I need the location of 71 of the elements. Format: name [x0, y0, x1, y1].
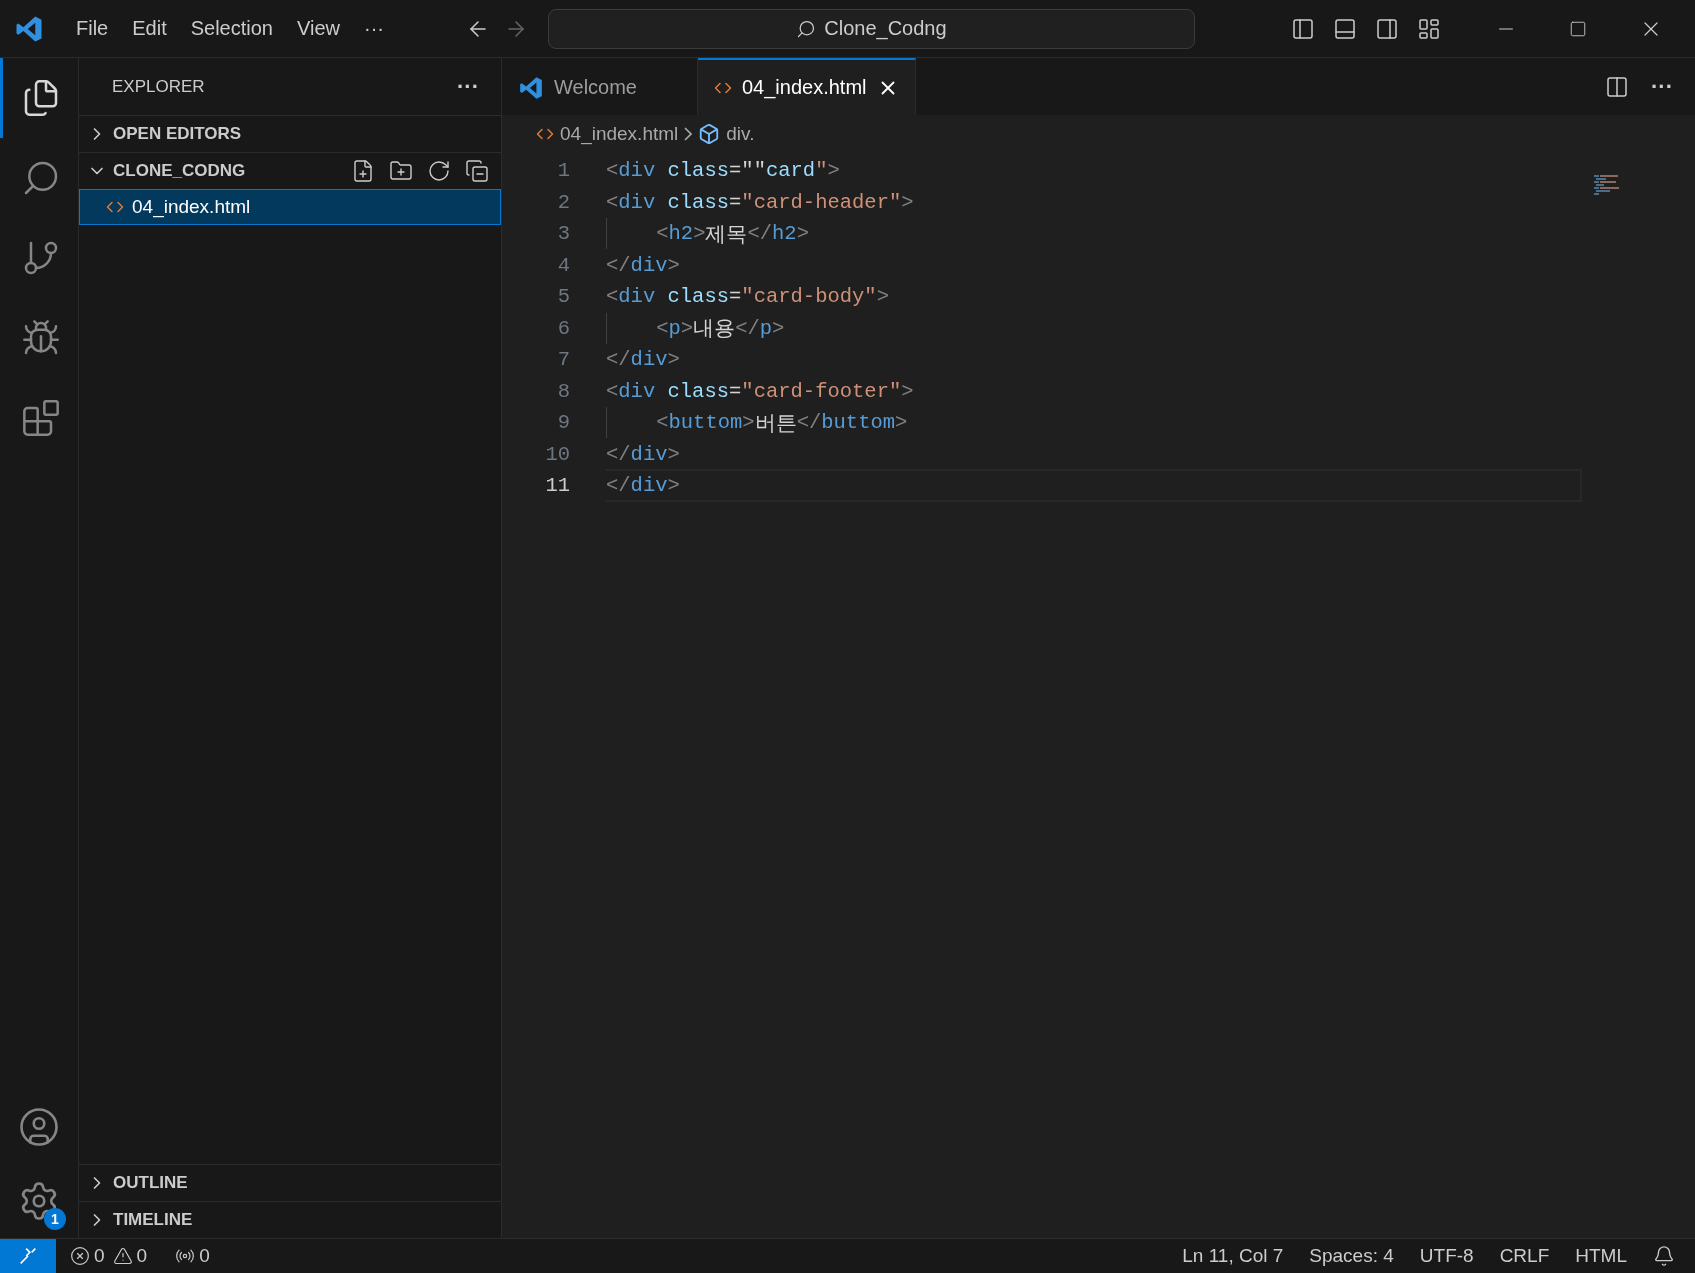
menu-item[interactable]: Edit — [120, 11, 179, 46]
search-icon — [796, 18, 817, 39]
remote-button[interactable] — [0, 1239, 56, 1273]
menu-item[interactable]: View — [285, 11, 352, 46]
warning-count: 0 — [136, 1245, 148, 1267]
code-line: <div class=""card"> — [606, 158, 841, 185]
bell-icon[interactable] — [1653, 1245, 1675, 1267]
line-number: 3 — [556, 222, 570, 246]
error-count: 0 — [94, 1245, 105, 1267]
breadcrumb-item[interactable]: div. — [726, 123, 755, 145]
new-file-icon[interactable] — [351, 159, 375, 183]
more-menu[interactable]: ··· — [1651, 73, 1673, 100]
code-line: <div class="card-footer"> — [606, 378, 915, 405]
new-folder-icon[interactable] — [389, 159, 413, 183]
panel-left-icon[interactable] — [1291, 16, 1315, 41]
remote-icon — [17, 1245, 39, 1267]
code-line: <div class="card-body"> — [606, 284, 890, 311]
chevron-right-icon — [684, 127, 693, 141]
line-number: 10 — [544, 442, 570, 466]
notification-badge: 1 — [44, 1208, 66, 1230]
code-line: </div> — [606, 441, 681, 468]
sidebar-title: EXPLORER — [112, 76, 205, 97]
code-line: <h2>제목</h2> — [606, 217, 1582, 251]
ports-status[interactable]: 0 — [175, 1245, 210, 1267]
section-header[interactable]: OPEN EDITORS — [79, 115, 501, 152]
status-item[interactable]: HTML — [1575, 1245, 1627, 1267]
search-field[interactable]: Clone_Codng — [547, 8, 1195, 49]
collapse-icon[interactable] — [465, 159, 489, 183]
breadcrumb-item[interactable]: 04_index.html — [560, 123, 679, 145]
code-line: <p>내용</p> — [606, 311, 1582, 345]
editor-tab[interactable]: 04_index.html — [698, 58, 916, 115]
refresh-icon[interactable] — [427, 159, 451, 183]
tree-item[interactable]: 04_index.html — [79, 189, 501, 225]
maximize-icon[interactable] — [1569, 19, 1587, 38]
line-number: 7 — [556, 348, 570, 372]
code-line: <buttom>버튼</buttom> — [606, 406, 1582, 440]
error-icon — [70, 1246, 90, 1266]
line-number: 11 — [544, 474, 570, 498]
more-menu[interactable]: ··· — [457, 73, 479, 100]
code-line: </div> — [606, 469, 1582, 503]
code-line: </div> — [606, 347, 681, 374]
line-number: 1 — [556, 159, 570, 183]
status-item[interactable]: Spaces: 4 — [1309, 1245, 1394, 1267]
problems-status[interactable]: 0 0 — [70, 1245, 148, 1267]
section-header[interactable]: OUTLINE — [79, 1164, 501, 1201]
code-line: </div> — [606, 252, 681, 279]
line-number: 6 — [556, 316, 570, 340]
logo-icon — [518, 74, 544, 101]
ports-count: 0 — [199, 1245, 210, 1267]
warning-icon — [112, 1246, 133, 1266]
code-line: <div class="card-header"> — [606, 189, 915, 216]
menu-item[interactable]: Selection — [178, 11, 285, 46]
menu-item[interactable]: File — [64, 11, 121, 46]
box-icon — [698, 123, 721, 145]
minimap-drawing[interactable] — [1594, 175, 1620, 197]
status-item[interactable]: UTF-8 — [1419, 1245, 1474, 1267]
section-header[interactable]: TIMELINE — [79, 1201, 501, 1238]
line-number: 9 — [556, 411, 570, 435]
line-number: 5 — [556, 285, 570, 309]
more-menu[interactable]: ··· — [352, 11, 396, 46]
account-icon[interactable] — [18, 1106, 60, 1148]
split-editor-icon[interactable] — [1605, 74, 1629, 99]
line-number: 2 — [556, 190, 570, 214]
blocks-icon[interactable] — [20, 398, 61, 438]
line-number: 4 — [556, 253, 570, 277]
panel-bottom-icon[interactable] — [1333, 16, 1357, 41]
panel-right-icon[interactable] — [1375, 16, 1399, 41]
status-item[interactable]: Ln 11, Col 7 — [1182, 1245, 1284, 1267]
status-item[interactable]: CRLF — [1499, 1245, 1550, 1267]
layout-icon[interactable] — [1417, 16, 1441, 41]
line-number: 8 — [556, 379, 570, 403]
